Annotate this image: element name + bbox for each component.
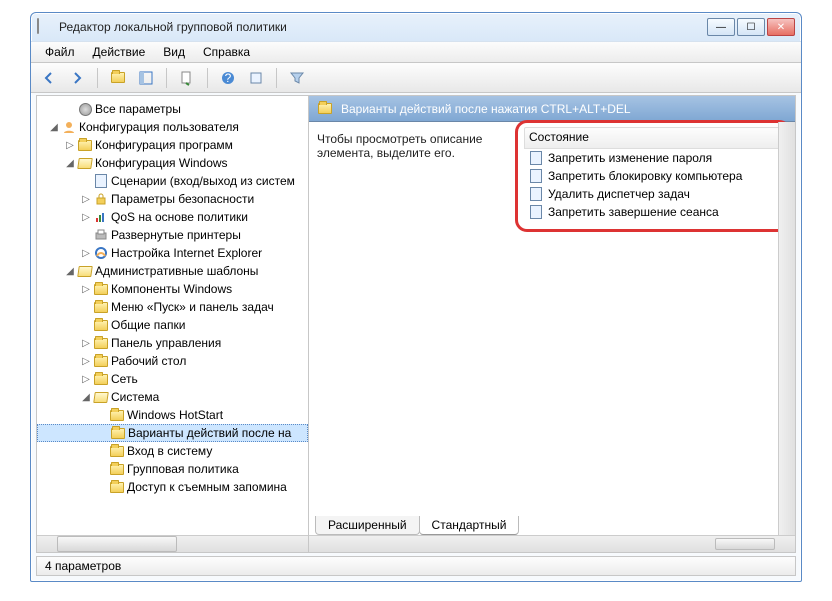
tree-item-hotstart[interactable]: Windows HotStart	[37, 406, 308, 424]
tree-item-scripts[interactable]: Сценарии (вход/выход из систем	[37, 172, 308, 190]
details-title: Варианты действий после нажатия CTRL+ALT…	[341, 102, 631, 116]
details-tabs: Расширенный Стандартный	[309, 515, 518, 535]
svg-text:?: ?	[225, 71, 232, 85]
toolbar: ?	[31, 63, 801, 93]
details-body: Чтобы просмотреть описание элемента, выд…	[309, 122, 795, 552]
statusbar: 4 параметров	[36, 556, 796, 576]
tab-extended[interactable]: Расширенный	[315, 516, 420, 535]
tree[interactable]: Все параметры ◢Конфигурация пользователя…	[37, 96, 308, 535]
app-icon	[37, 19, 53, 35]
tree-item-start-taskbar[interactable]: Меню «Пуск» и панель задач	[37, 298, 308, 316]
client-area: Все параметры ◢Конфигурация пользователя…	[36, 95, 796, 553]
setting-item[interactable]: Запретить завершение сеанса	[524, 203, 782, 221]
menu-view[interactable]: Вид	[155, 43, 193, 61]
tree-item-all-settings[interactable]: Все параметры	[37, 100, 308, 118]
titlebar[interactable]: Редактор локальной групповой политики — …	[31, 13, 801, 41]
setting-label: Запретить блокировку компьютера	[548, 169, 742, 183]
settings-column: Состояние Запретить изменение пароля Зап…	[515, 122, 795, 552]
tree-item-win-components[interactable]: ▷Компоненты Windows	[37, 280, 308, 298]
tree-item-shared-folders[interactable]: Общие папки	[37, 316, 308, 334]
details-scrollbar-v[interactable]	[778, 122, 795, 535]
maximize-button[interactable]: ☐	[737, 18, 765, 36]
tree-item-system[interactable]: ◢Система	[37, 388, 308, 406]
help-button[interactable]: ?	[216, 66, 240, 90]
app-window: Редактор локальной групповой политики — …	[30, 12, 802, 582]
setting-icon	[528, 186, 544, 202]
setting-icon	[528, 150, 544, 166]
description-text: Чтобы просмотреть описание элемента, выд…	[317, 132, 482, 160]
setting-label: Запретить изменение пароля	[548, 151, 712, 165]
menu-help[interactable]: Справка	[195, 43, 258, 61]
details-scrollbar-h[interactable]	[309, 535, 795, 552]
forward-button[interactable]	[65, 66, 89, 90]
tree-item-printers[interactable]: Развернутые принтеры	[37, 226, 308, 244]
setting-item[interactable]: Запретить изменение пароля	[524, 149, 782, 167]
setting-icon	[528, 168, 544, 184]
settings-column-header[interactable]: Состояние	[524, 127, 782, 149]
up-button[interactable]	[106, 66, 130, 90]
tree-item-group-policy[interactable]: Групповая политика	[37, 460, 308, 478]
tree-item-qos[interactable]: ▷QoS на основе политики	[37, 208, 308, 226]
window-controls: — ☐ ✕	[707, 18, 795, 36]
setting-item[interactable]: Удалить диспетчер задач	[524, 185, 782, 203]
details-pane: Варианты действий после нажатия CTRL+ALT…	[309, 96, 795, 552]
tree-item-ie[interactable]: ▷Настройка Internet Explorer	[37, 244, 308, 262]
setting-label: Запретить завершение сеанса	[548, 205, 719, 219]
tree-item-software-config[interactable]: ▷Конфигурация программ	[37, 136, 308, 154]
filter-button[interactable]	[285, 66, 309, 90]
settings-callout: Состояние Запретить изменение пароля Зап…	[515, 120, 791, 232]
tree-item-admin-templates[interactable]: ◢Административные шаблоны	[37, 262, 308, 280]
tree-item-removable[interactable]: Доступ к съемным запомина	[37, 478, 308, 496]
menubar: Файл Действие Вид Справка	[31, 41, 801, 63]
setting-label: Удалить диспетчер задач	[548, 187, 690, 201]
tab-standard[interactable]: Стандартный	[419, 516, 520, 535]
properties-button[interactable]	[244, 66, 268, 90]
tree-item-network[interactable]: ▷Сеть	[37, 370, 308, 388]
details-header: Варианты действий после нажатия CTRL+ALT…	[309, 96, 795, 122]
description-column: Чтобы просмотреть описание элемента, выд…	[309, 122, 515, 552]
menu-action[interactable]: Действие	[85, 43, 154, 61]
window-title: Редактор локальной групповой политики	[59, 20, 707, 34]
tree-item-user-config[interactable]: ◢Конфигурация пользователя	[37, 118, 308, 136]
tree-item-security[interactable]: ▷Параметры безопасности	[37, 190, 308, 208]
tree-item-desktop[interactable]: ▷Рабочий стол	[37, 352, 308, 370]
status-text: 4 параметров	[45, 559, 121, 573]
setting-icon	[528, 204, 544, 220]
back-button[interactable]	[37, 66, 61, 90]
tree-item-control-panel[interactable]: ▷Панель управления	[37, 334, 308, 352]
menu-file[interactable]: Файл	[37, 43, 83, 61]
tree-item-windows-config[interactable]: ◢Конфигурация Windows	[37, 154, 308, 172]
tree-scrollbar-h[interactable]	[37, 535, 308, 552]
export-button[interactable]	[175, 66, 199, 90]
minimize-button[interactable]: —	[707, 18, 735, 36]
setting-item[interactable]: Запретить блокировку компьютера	[524, 167, 782, 185]
tree-item-logon[interactable]: Вход в систему	[37, 442, 308, 460]
tree-pane: Все параметры ◢Конфигурация пользователя…	[37, 96, 309, 552]
show-tree-button[interactable]	[134, 66, 158, 90]
tree-item-ctrl-alt-del[interactable]: Варианты действий после на	[37, 424, 308, 442]
close-button[interactable]: ✕	[767, 18, 795, 36]
folder-icon	[317, 101, 333, 117]
